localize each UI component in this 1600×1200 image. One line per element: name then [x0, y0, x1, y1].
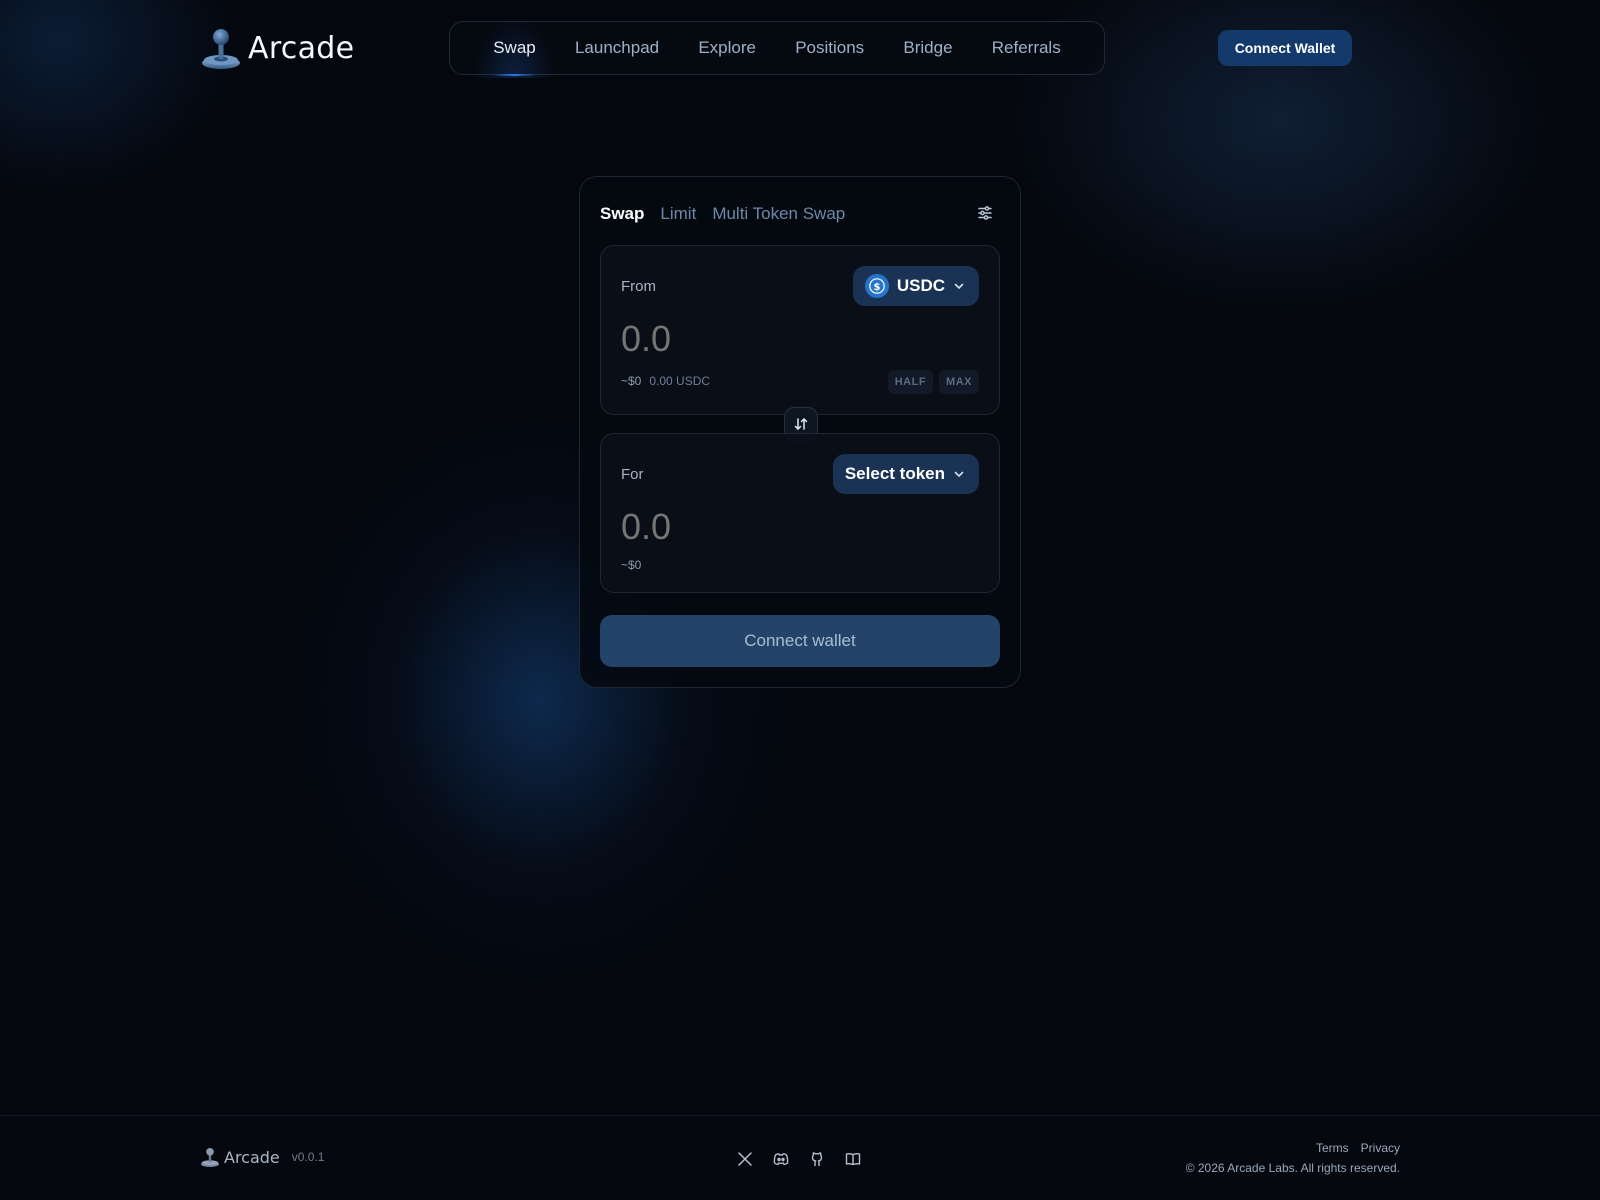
joystick-icon — [200, 1147, 220, 1167]
nav-item-swap[interactable]: Swap — [473, 16, 556, 78]
to-amount-input[interactable] — [621, 506, 841, 548]
from-usd-value: ~$0 — [621, 374, 642, 388]
tab-multi-token-swap[interactable]: Multi Token Swap — [712, 204, 845, 224]
footer-brand[interactable]: Arcade v0.0.1 — [200, 1146, 324, 1168]
docs-book-icon[interactable] — [844, 1150, 862, 1168]
footer-brand-name: Arcade — [224, 1147, 280, 1167]
nav-item-launchpad[interactable]: Launchpad — [569, 30, 665, 66]
to-panel: For Select token ~$0 — [600, 433, 1000, 593]
half-button[interactable]: HALF — [887, 370, 934, 394]
to-usd-line: ~$0 — [621, 558, 641, 572]
header: Arcade Swap Launchpad Explore Positions … — [0, 16, 1600, 78]
to-label: For — [621, 466, 644, 483]
max-button[interactable]: MAX — [939, 370, 979, 394]
joystick-icon — [202, 29, 240, 69]
main-nav: Swap Launchpad Explore Positions Bridge … — [449, 16, 1105, 78]
swap-card: Swap Limit Multi Token Swap From $ USDC … — [579, 176, 1021, 688]
to-token-selector[interactable]: Select token — [832, 454, 979, 494]
brand-logo[interactable]: Arcade — [200, 26, 354, 70]
brand-name: Arcade — [248, 30, 355, 66]
from-token-selector[interactable]: $ USDC — [852, 266, 979, 306]
from-amount-input[interactable] — [621, 318, 841, 360]
quick-amount-buttons: HALF MAX — [887, 370, 979, 394]
from-token-symbol: USDC — [896, 276, 945, 295]
footer-links: Terms Privacy — [1316, 1141, 1400, 1155]
nav-item-referrals[interactable]: Referrals — [986, 30, 1067, 66]
privacy-link[interactable]: Privacy — [1361, 1141, 1400, 1155]
connect-wallet-button[interactable]: Connect Wallet — [1218, 30, 1352, 66]
connect-wallet-main-button[interactable]: Connect wallet — [600, 615, 1000, 667]
svg-text:$: $ — [873, 282, 880, 293]
copyright-text: © 2026 Arcade Labs. All rights reserved. — [1185, 1161, 1400, 1175]
to-usd-value: ~$0 — [621, 558, 642, 572]
version-label: v0.0.1 — [291, 1150, 325, 1164]
github-icon[interactable] — [808, 1150, 826, 1168]
from-balance: 0.00 USDC — [649, 374, 711, 388]
usdc-icon: $ — [864, 274, 889, 298]
footer: Arcade v0.0.1 Terms Privacy © 2026 Arcad… — [0, 1115, 1600, 1200]
tab-swap[interactable]: Swap — [600, 204, 644, 224]
nav-item-positions[interactable]: Positions — [789, 30, 870, 66]
chevron-down-icon — [954, 283, 964, 289]
from-label: From — [621, 278, 656, 295]
swap-tabs: Swap Limit Multi Token Swap — [600, 204, 845, 224]
nav-item-bridge[interactable]: Bridge — [897, 30, 958, 66]
social-links — [736, 1150, 862, 1168]
tab-limit[interactable]: Limit — [660, 204, 696, 224]
from-panel: From $ USDC ~$0 0.00 USDC HALF MAX — [600, 245, 1000, 415]
settings-sliders-icon[interactable] — [976, 204, 994, 222]
terms-link[interactable]: Terms — [1316, 1141, 1349, 1155]
select-token-label: Select token — [844, 464, 945, 483]
from-usd-line: ~$0 0.00 USDC — [621, 374, 710, 388]
x-icon[interactable] — [736, 1150, 754, 1168]
nav-item-explore[interactable]: Explore — [692, 30, 762, 66]
swap-arrows-icon — [794, 418, 808, 430]
discord-icon[interactable] — [772, 1150, 790, 1168]
chevron-down-icon — [954, 471, 964, 477]
